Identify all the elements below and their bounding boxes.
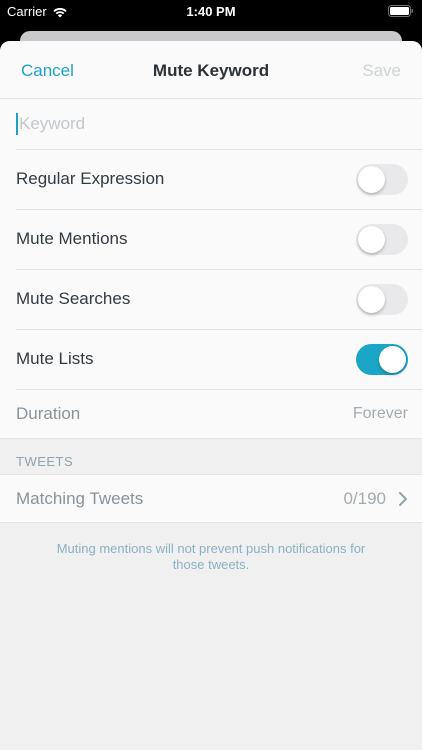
duration-row[interactable]: Duration Forever (0, 389, 422, 438)
tweets-group: Matching Tweets 0/190 (0, 475, 422, 523)
settings-group: Regular Expression Mute Mentions Mute Se… (0, 99, 422, 438)
duration-value: Forever (352, 404, 408, 422)
save-button[interactable]: Save (362, 61, 401, 81)
option-label: Mute Lists (16, 349, 94, 368)
footer-note: Muting mentions will not prevent push no… (56, 541, 366, 572)
option-label: Mute Searches (16, 289, 131, 308)
chevron-right-icon (399, 491, 407, 506)
keyword-input[interactable] (16, 113, 408, 135)
toggle-knob (358, 225, 385, 253)
option-row-mute-searches: Mute Searches (0, 269, 422, 329)
mute-searches-toggle[interactable] (356, 283, 408, 315)
status-bar: Carrier 1:40 PM (0, 0, 422, 24)
matching-tweets-count: 0/190 (343, 488, 386, 508)
toggle-knob (379, 345, 406, 373)
navigation-bar: Cancel Mute Keyword Save (0, 41, 422, 99)
mute-mentions-toggle[interactable] (356, 223, 408, 255)
tweets-section-header: TWEETS (0, 438, 422, 475)
page-title: Mute Keyword (152, 61, 270, 80)
status-time: 1:40 PM (186, 4, 236, 19)
mute-lists-toggle[interactable] (356, 343, 408, 375)
option-row-regular-expression: Regular Expression (0, 149, 422, 209)
battery-icon (388, 5, 414, 20)
toggle-knob (358, 165, 385, 193)
option-row-mute-mentions: Mute Mentions (0, 209, 422, 269)
option-label: Regular Expression (16, 169, 165, 188)
duration-label: Duration (16, 403, 81, 423)
option-label: Mute Mentions (16, 229, 128, 248)
regular-expression-toggle[interactable] (356, 163, 408, 195)
keyword-row (0, 99, 422, 149)
screen: Carrier 1:40 PM Cancel Mute Keyword Save (0, 0, 422, 750)
toggle-knob (358, 285, 385, 313)
matching-tweets-label: Matching Tweets (16, 488, 144, 508)
matching-tweets-row[interactable]: Matching Tweets 0/190 (0, 475, 422, 523)
option-row-mute-lists: Mute Lists (0, 329, 422, 389)
mute-keyword-sheet: Cancel Mute Keyword Save Regular Express… (0, 41, 422, 750)
